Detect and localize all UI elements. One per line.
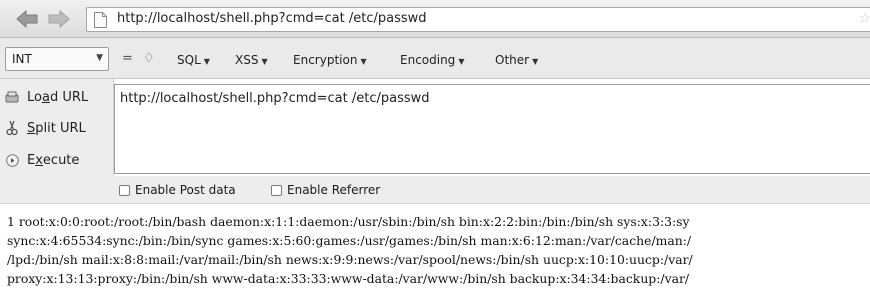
enable-post-data-label: Enable Post data: [135, 183, 236, 197]
split-url-icon: [5, 120, 19, 136]
encryption-menu[interactable]: Encryption ▼: [293, 53, 367, 67]
enable-post-data-checkbox[interactable]: [119, 184, 130, 196]
split-url-accesskey: S: [27, 120, 36, 136]
address-bar[interactable]: http://localhost/shell.php?cmd=cat /etc/…: [86, 7, 870, 32]
chevron-down-icon: ▼: [458, 57, 465, 66]
execute-suffix: ecute: [42, 152, 80, 168]
encoding-menu-label: Encoding: [400, 53, 456, 67]
output-line: proxy:x:13:13:proxy:/bin:/bin/sh www-dat…: [7, 271, 690, 286]
hackbar-toolbar: INT ▼ = ♢ SQL ▼ XSS ▼ Encryption ▼ Encoding…: [0, 38, 870, 79]
enable-referrer-checkbox[interactable]: [271, 184, 282, 196]
int-type-select-value: INT: [12, 52, 32, 66]
chevron-down-icon: ▼: [261, 57, 268, 66]
page-icon: [94, 12, 107, 28]
back-arrow-icon[interactable]: [16, 9, 38, 29]
load-url-accesskey: a: [41, 89, 50, 105]
output-line: sync:x:4:65534:sync:/bin:/bin/sync games…: [7, 233, 692, 248]
encryption-menu-label: Encryption: [293, 53, 358, 67]
sql-menu[interactable]: SQL ▼: [177, 53, 210, 67]
forward-arrow-icon[interactable]: [48, 9, 70, 29]
execute-icon: [5, 153, 19, 167]
url-textarea[interactable]: http://localhost/shell.php?cmd=cat /etc/…: [114, 84, 870, 174]
other-menu-label: Other: [495, 53, 530, 67]
execute-prefix: E: [27, 152, 36, 168]
load-url-button[interactable]: Lo a d URL: [5, 85, 88, 109]
load-url-icon: [5, 90, 19, 104]
xss-menu[interactable]: XSS ▼: [235, 53, 268, 67]
chevron-down-icon: ▼: [360, 57, 367, 66]
address-bar-url[interactable]: http://localhost/shell.php?cmd=cat /etc/…: [117, 11, 427, 26]
split-url-suffix: plit URL: [35, 120, 86, 136]
url-textarea-value[interactable]: http://localhost/shell.php?cmd=cat /etc/…: [120, 91, 430, 106]
enable-referrer-label: Enable Referrer: [287, 183, 381, 197]
increment-icon[interactable]: ♢: [143, 51, 155, 66]
sql-menu-label: SQL: [177, 53, 201, 67]
load-url-suffix: d URL: [49, 89, 89, 105]
output-line: /lpd:/bin/sh mail:x:8:8:mail:/var/mail:/…: [7, 252, 693, 267]
xss-menu-label: XSS: [235, 53, 259, 67]
browser-navigation-bar: http://localhost/shell.php?cmd=cat /etc/…: [0, 0, 870, 38]
chevron-down-icon: ▼: [203, 57, 210, 66]
load-url-prefix: Lo: [27, 89, 42, 105]
output-line: 1 root:x:0:0:root:/root:/bin/bash daemon…: [7, 214, 690, 229]
split-url-button[interactable]: Split URL: [5, 116, 86, 140]
enable-post-data-option[interactable]: Enable Post data: [119, 183, 236, 197]
hackbar-options: Enable Post data Enable Referrer: [0, 176, 870, 204]
chevron-down-icon: ▼: [532, 57, 539, 66]
bookmark-star-icon[interactable]: ☆: [858, 11, 870, 27]
enable-referrer-option[interactable]: Enable Referrer: [271, 183, 380, 197]
page-output: 1 root:x:0:0:root:/root:/bin/bash daemon…: [7, 212, 870, 288]
other-menu[interactable]: Other ▼: [495, 53, 538, 67]
decrement-icon[interactable]: =: [122, 51, 133, 66]
execute-accesskey: x: [35, 152, 43, 168]
chevron-down-icon: ▼: [96, 53, 103, 63]
execute-button[interactable]: Ex ecute: [5, 148, 79, 172]
encoding-menu[interactable]: Encoding ▼: [400, 53, 464, 67]
int-type-select[interactable]: INT ▼: [5, 47, 109, 71]
hackbar-side-panel: Lo a d URL Split URL Ex ecute: [0, 79, 114, 179]
